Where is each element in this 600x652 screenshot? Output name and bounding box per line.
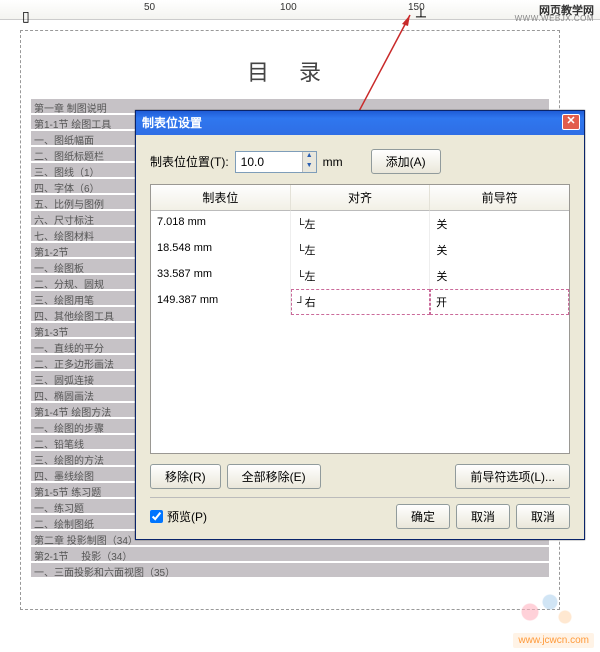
table-row[interactable]: 33.587 mm└左关 (151, 263, 569, 289)
remove-button[interactable]: 移除(R) (150, 464, 221, 489)
tab-stops-table[interactable]: 制表位 对齐 前导符 7.018 mm└左关18.548 mm└左关33.587… (150, 184, 570, 454)
unit-label: mm (323, 155, 343, 169)
remove-all-button[interactable]: 全部移除(E) (227, 464, 321, 489)
toc-line: 一、三面投影和六面视图（35） (31, 563, 549, 577)
table-cell[interactable]: 149.387 mm (151, 289, 291, 315)
document-title: 目 录 (31, 55, 549, 87)
dialog-titlebar[interactable]: 制表位设置 ✕ (136, 111, 584, 135)
preview-text: 预览(P) (167, 508, 207, 525)
tab-settings-dialog: 制表位设置 ✕ 制表位位置(T): ▲ ▼ mm 添加(A) 制表位 对齐 前导… (135, 110, 585, 540)
spin-up-icon[interactable]: ▲ (302, 152, 316, 162)
toc-line: 第2-1节 投影（34） (31, 547, 549, 561)
table-row[interactable]: 149.387 mm┘右开 (151, 289, 569, 315)
table-cell[interactable]: 关 (430, 237, 569, 263)
help-button[interactable]: 取消 (516, 504, 570, 529)
table-cell[interactable]: └左 (291, 263, 431, 289)
spin-down-icon[interactable]: ▼ (302, 162, 316, 172)
tab-position-label: 制表位位置(T): (150, 153, 229, 170)
table-cell[interactable]: 18.548 mm (151, 237, 291, 263)
decorative-flowers (510, 592, 590, 632)
table-cell[interactable]: 7.018 mm (151, 211, 291, 237)
table-cell[interactable]: └左 (291, 211, 431, 237)
ruler-mark: 50 (144, 2, 155, 13)
table-cell[interactable]: ┘右 (291, 289, 430, 315)
ruler-tab-marker[interactable]: ┴ (416, 8, 426, 24)
ruler-indent-left[interactable]: ▯ (22, 8, 30, 25)
dialog-title: 制表位设置 (142, 116, 202, 130)
table-cell[interactable]: 33.587 mm (151, 263, 291, 289)
col-align[interactable]: 对齐 (291, 185, 431, 211)
tab-position-spinner[interactable]: ▲ ▼ (235, 151, 317, 173)
preview-checkbox[interactable] (150, 510, 163, 523)
close-button[interactable]: ✕ (562, 114, 580, 130)
col-leader[interactable]: 前导符 (430, 185, 569, 211)
add-button[interactable]: 添加(A) (371, 149, 441, 174)
tab-position-input[interactable] (236, 152, 302, 172)
divider (150, 497, 570, 498)
cancel-button[interactable]: 取消 (456, 504, 510, 529)
leader-options-button[interactable]: 前导符选项(L)... (455, 464, 570, 489)
table-row[interactable]: 18.548 mm└左关 (151, 237, 569, 263)
table-row[interactable]: 7.018 mm└左关 (151, 211, 569, 237)
ok-button[interactable]: 确定 (396, 504, 450, 529)
table-cell[interactable]: 开 (430, 289, 569, 315)
table-cell[interactable]: 关 (430, 211, 569, 237)
watermark: www.jcwcn.com (513, 633, 594, 648)
site-url: WWW.WEBJX.COM (515, 14, 594, 23)
table-cell[interactable]: └左 (291, 237, 431, 263)
preview-checkbox-label[interactable]: 预览(P) (150, 508, 207, 525)
horizontal-ruler[interactable]: 50 100 150 ┴ ▯ 网页教学网 WWW.WEBJX.COM (0, 0, 600, 20)
col-tabstop[interactable]: 制表位 (151, 185, 291, 211)
table-cell[interactable]: 关 (430, 263, 569, 289)
ruler-mark: 100 (280, 2, 297, 13)
